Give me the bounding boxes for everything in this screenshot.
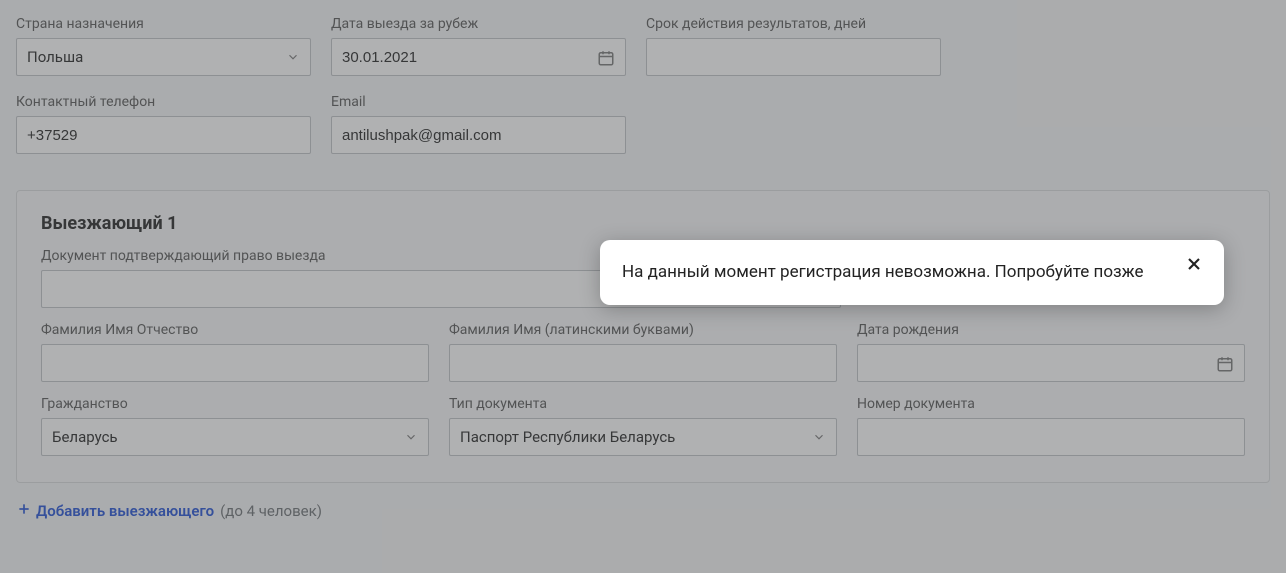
- toast-message: На данный момент регистрация невозможна.…: [622, 260, 1170, 285]
- toast-close-button[interactable]: [1180, 254, 1208, 282]
- error-toast: На данный момент регистрация невозможна.…: [600, 240, 1224, 305]
- close-icon: [1184, 254, 1204, 282]
